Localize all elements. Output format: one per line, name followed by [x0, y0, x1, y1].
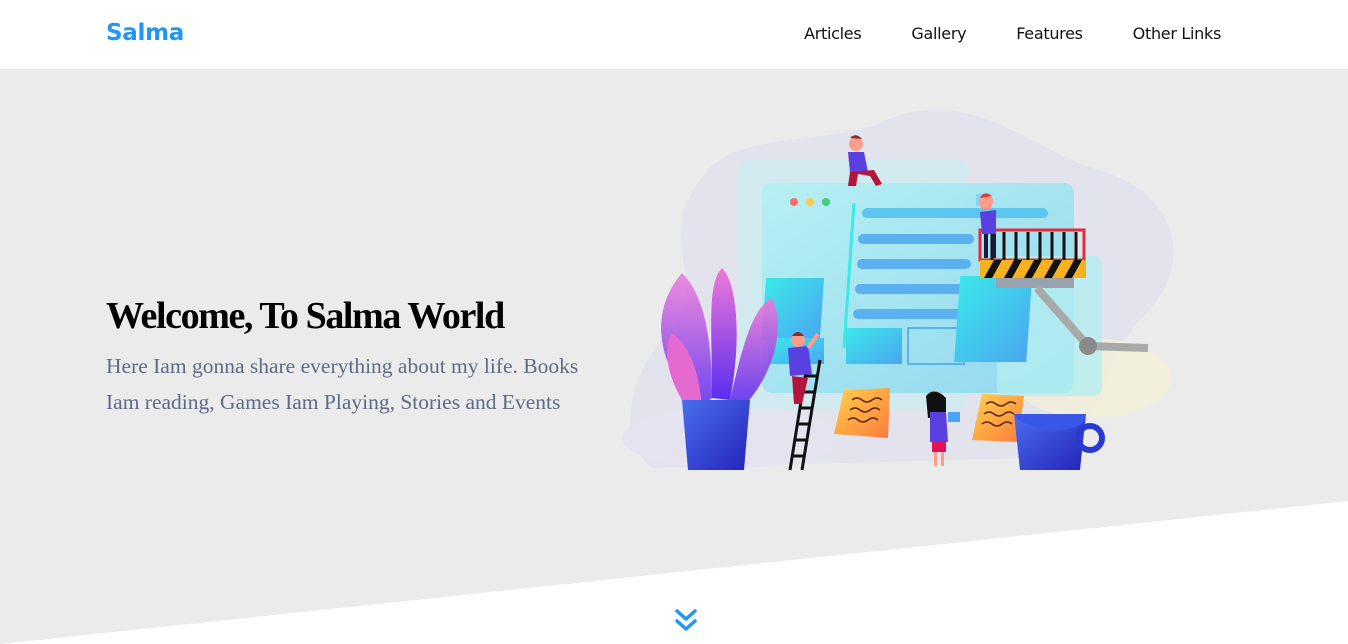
- website-construction-illustration: [622, 109, 1174, 471]
- site-header: Salma Articles Gallery Features Other Li…: [0, 0, 1348, 69]
- main-nav: Articles Gallery Features Other Links: [804, 24, 1221, 43]
- nav-link-articles[interactable]: Articles: [804, 24, 862, 43]
- double-chevron-down-icon: [675, 609, 697, 631]
- nav-link-other-links[interactable]: Other Links: [1133, 24, 1222, 43]
- site-logo[interactable]: Salma: [106, 20, 184, 46]
- nav-link-gallery[interactable]: Gallery: [911, 24, 966, 43]
- scroll-down-button[interactable]: [673, 607, 699, 635]
- nav-link-features[interactable]: Features: [1016, 24, 1083, 43]
- hero-description: Here Iam gonna share everything about my…: [106, 354, 579, 414]
- hero-title: Welcome, To Salma World: [106, 295, 505, 337]
